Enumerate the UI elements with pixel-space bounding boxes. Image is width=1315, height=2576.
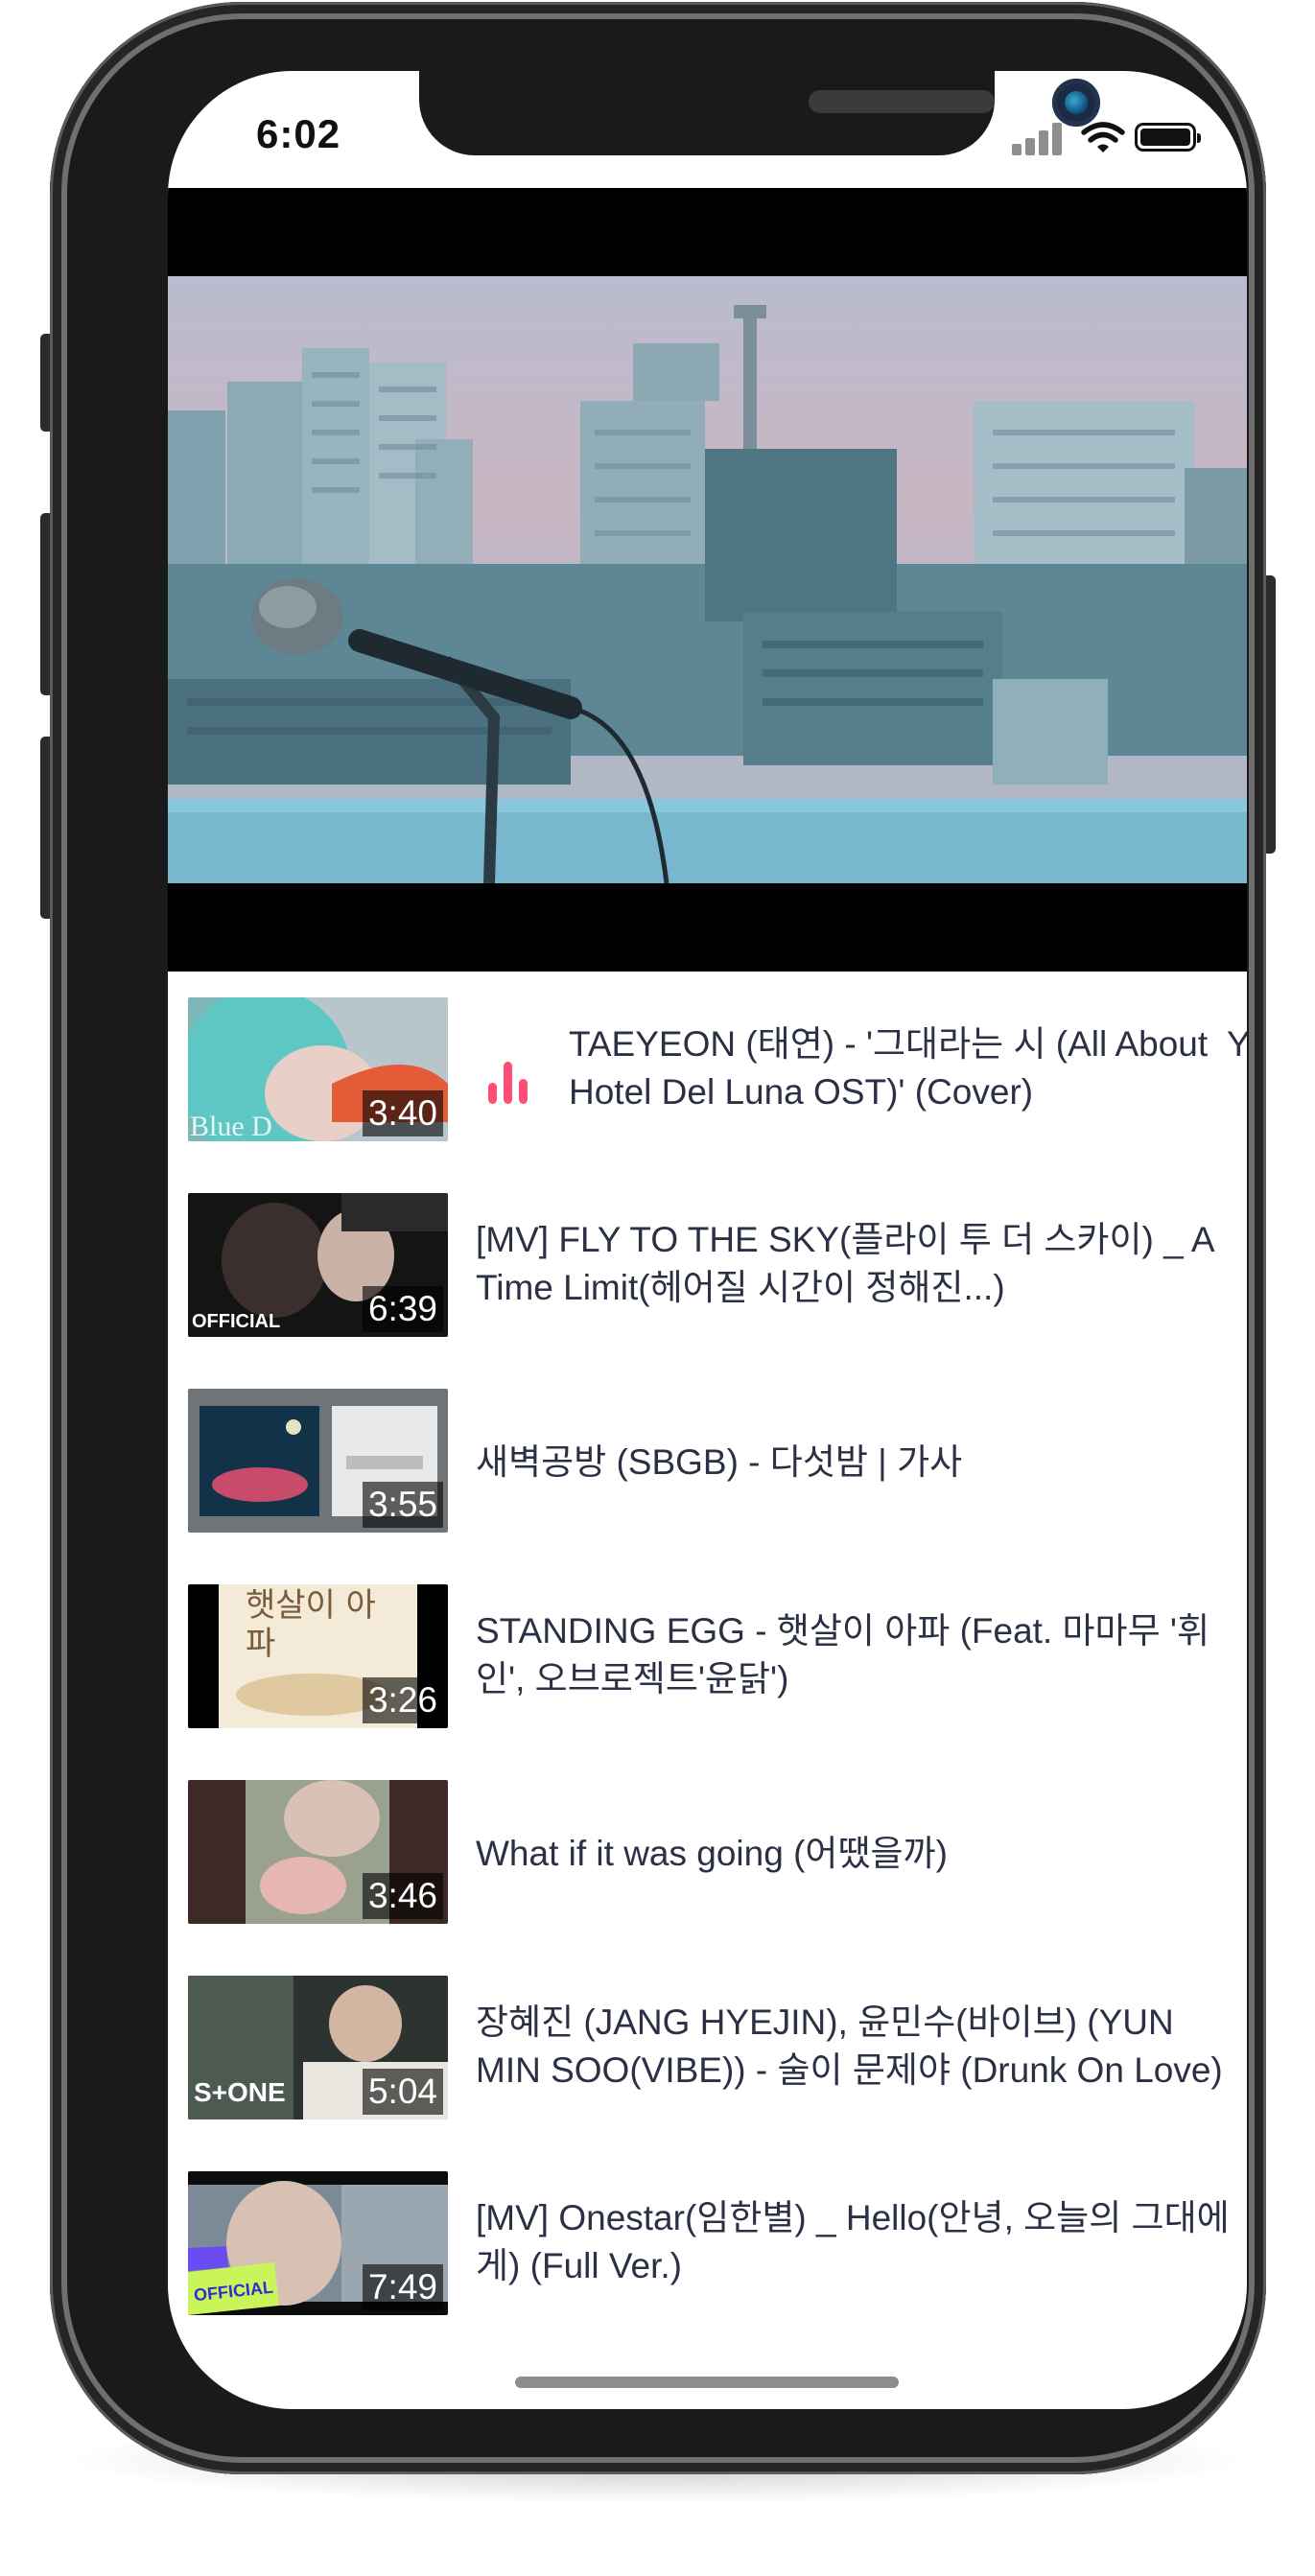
- duration-badge: 7:49: [362, 2264, 443, 2310]
- video-thumbnail[interactable]: OFFICIAL 6:39: [188, 1193, 448, 1337]
- duration-badge: 6:39: [362, 1286, 443, 1332]
- video-title[interactable]: 새벽공방 (SBGB) - 다섯밤 | 가사: [476, 1439, 1233, 1538]
- duration-badge: 3:26: [362, 1677, 443, 1723]
- video-frame[interactable]: [168, 276, 1247, 883]
- duration-badge: 3:46: [362, 1873, 443, 1919]
- list-item[interactable]: 3:55 새벽공방 (SBGB) - 다섯밤 | 가사: [168, 1364, 1247, 1559]
- list-item[interactable]: Blue D 3:40 TAEYEON (태연) - '그대라는 시 (All …: [168, 972, 1247, 1168]
- status-time: 6:02: [256, 111, 341, 156]
- phone-frame: 6:02 Blue D 3:40 TAEYEON (태연) - '그대라는 시 …: [50, 2, 1266, 2474]
- video-title[interactable]: [MV] FLY TO THE SKY(플라이 투 더 스카이) _ A Tim…: [476, 1216, 1233, 1316]
- list-item[interactable]: OFFICIAL 7:49 [MV] Onestar(임한별) _ Hello(…: [168, 2146, 1247, 2342]
- now-playing-icon: [488, 1062, 536, 1104]
- city-skyline-image: [168, 276, 1247, 883]
- video-title[interactable]: What if it was going (어땠을까): [476, 1830, 1233, 1930]
- duration-badge: 3:55: [362, 1482, 443, 1528]
- list-item[interactable]: S+ONE 5:04 장혜진 (JANG HYEJIN), 윤민수(바이브) (…: [168, 1951, 1247, 2146]
- phone-screen: 6:02 Blue D 3:40 TAEYEON (태연) - '그대라는 시 …: [168, 71, 1247, 2409]
- video-title[interactable]: 장혜진 (JANG HYEJIN), 윤민수(바이브) (YUN MIN SOO…: [476, 1999, 1233, 2098]
- speaker-grille: [809, 90, 995, 113]
- video-thumbnail[interactable]: OFFICIAL 7:49: [188, 2171, 448, 2315]
- front-camera: [1052, 79, 1100, 127]
- video-title[interactable]: TAEYEON (태연) - '그대라는 시 (All About You, H…: [569, 1020, 1247, 1120]
- thumbnail-overlay-text: OFFICIAL: [192, 1311, 281, 1332]
- thumbnail-overlay-text: Blue D: [190, 1111, 272, 1141]
- video-player[interactable]: [168, 188, 1247, 972]
- video-thumbnail[interactable]: S+ONE 5:04: [188, 1976, 448, 2119]
- video-thumbnail[interactable]: 3:55: [188, 1389, 448, 1533]
- duration-badge: 5:04: [362, 2069, 443, 2115]
- video-title[interactable]: [MV] Onestar(임한별) _ Hello(안녕, 오늘의 그대에게) …: [476, 2194, 1233, 2294]
- list-item[interactable]: 3:46 What if it was going (어땠을까): [168, 1755, 1247, 1951]
- battery-icon: [1135, 123, 1201, 152]
- list-item[interactable]: OFFICIAL 6:39 [MV] FLY TO THE SKY(플라이 투 …: [168, 1168, 1247, 1364]
- notch: [419, 71, 1100, 155]
- video-thumbnail[interactable]: 3:46: [188, 1780, 448, 1924]
- video-thumbnail[interactable]: Blue D 3:40: [188, 997, 448, 1141]
- home-indicator[interactable]: [515, 2377, 899, 2388]
- thumbnail-overlay-text: S+ONE: [194, 2077, 286, 2107]
- wifi-icon: [1081, 122, 1125, 152]
- video-title[interactable]: STANDING EGG - 햇살이 아파 (Feat. 마마무 '휘인', 오…: [476, 1607, 1233, 1707]
- thumbnail-overlay-text: 햇살이 아파: [246, 1586, 376, 1663]
- list-item[interactable]: 햇살이 아파 3:26 STANDING EGG - 햇살이 아파 (Feat.…: [168, 1559, 1247, 1755]
- video-thumbnail[interactable]: 햇살이 아파 3:26: [188, 1584, 448, 1728]
- duration-badge: 3:40: [362, 1090, 443, 1136]
- signal-icon: [1012, 121, 1066, 155]
